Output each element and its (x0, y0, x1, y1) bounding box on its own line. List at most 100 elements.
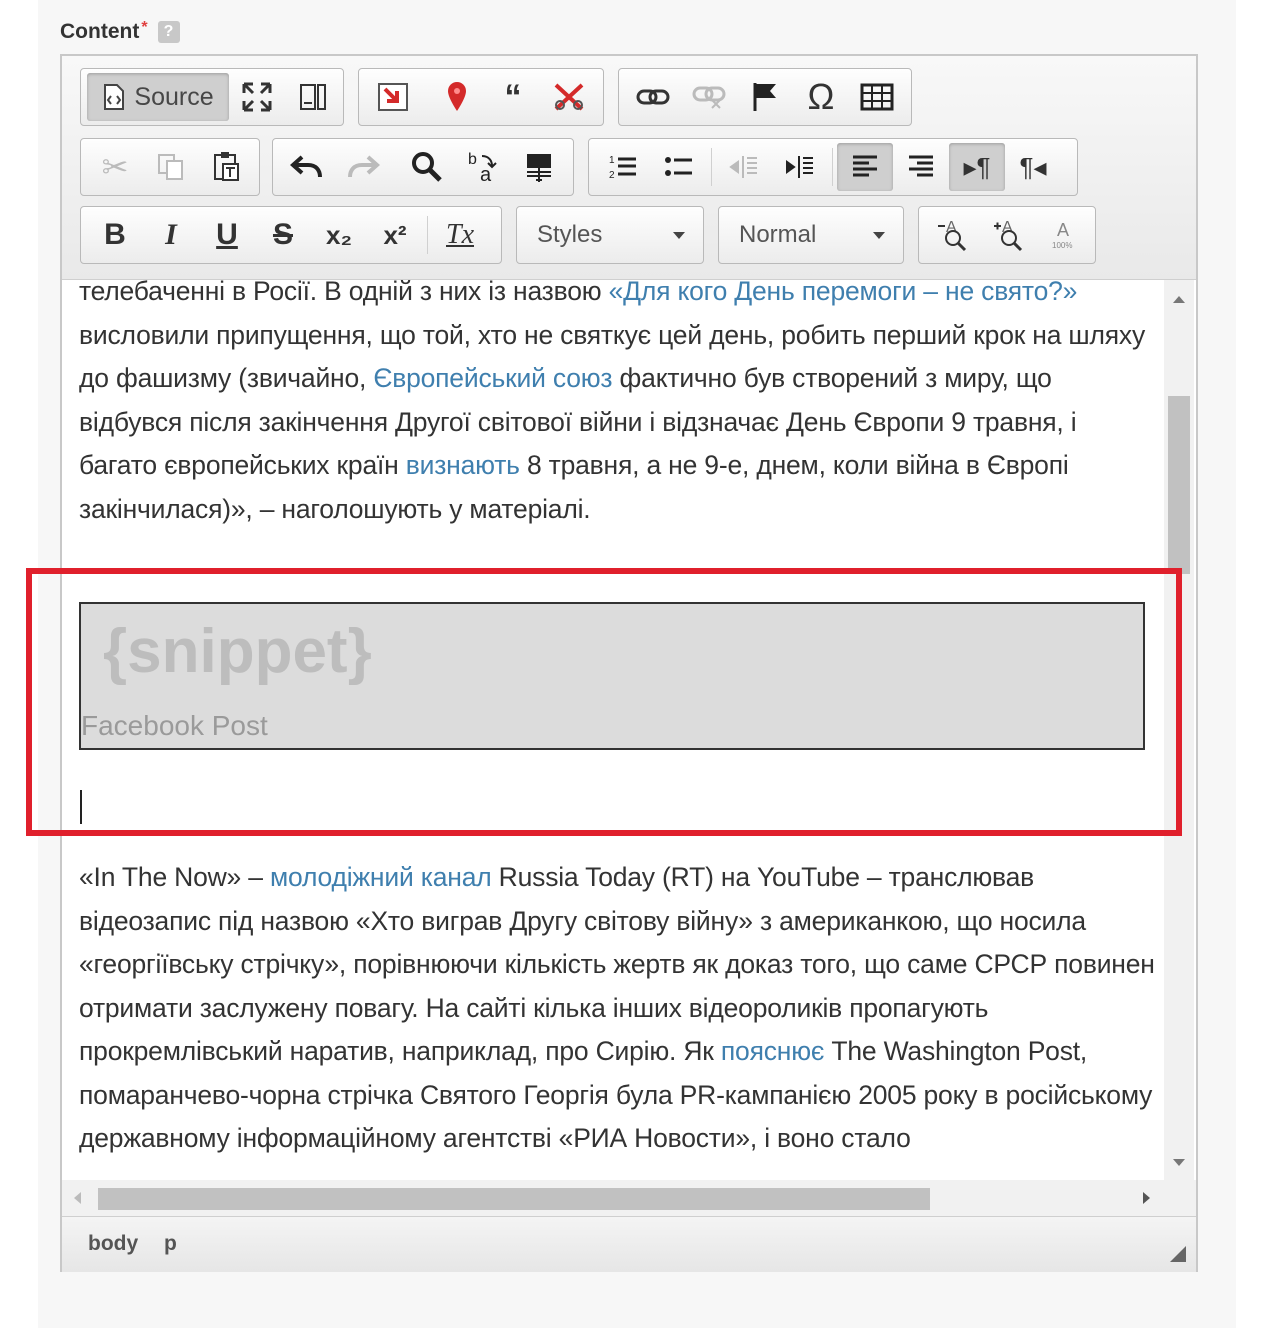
italic-icon: I (165, 218, 177, 251)
find-button[interactable] (399, 143, 455, 191)
indent-button[interactable] (772, 143, 828, 191)
rtl-button[interactable]: ¶◂ (1005, 143, 1061, 191)
superscript-button[interactable]: x² (367, 211, 423, 259)
remove-format-button[interactable]: Tx (432, 211, 488, 259)
inline-link[interactable]: пояснює (721, 1036, 825, 1066)
search-icon (412, 152, 442, 182)
paragraph: телебаченні в Росії. В одній з них із на… (79, 280, 1159, 531)
paste-from-word-button[interactable] (365, 73, 421, 121)
numbered-list-button[interactable]: 12 (595, 143, 651, 191)
redo-icon (348, 155, 380, 178)
subscript-icon: x₂ (325, 219, 352, 250)
table-button[interactable] (849, 73, 905, 121)
horizontal-scrollbar[interactable] (62, 1180, 1162, 1216)
field-label: Content * ? (60, 19, 180, 44)
zoom-out-button[interactable]: A (925, 211, 981, 259)
special-char-button[interactable]: Ω (793, 73, 849, 121)
select-all-icon (527, 154, 551, 182)
paragraph-text: телебаченні в Росії. В одній з них із на… (79, 280, 609, 306)
align-right-button[interactable] (893, 143, 949, 191)
undo-button[interactable] (279, 143, 335, 191)
align-left-button[interactable] (837, 143, 893, 191)
required-marker: * (141, 19, 148, 36)
path-body[interactable]: body (88, 1232, 138, 1256)
inline-link[interactable]: Європейський союз (373, 363, 612, 393)
replace-icon: ba (468, 151, 497, 184)
source-button[interactable]: Source (87, 73, 229, 121)
scroll-down-icon[interactable] (1173, 1159, 1185, 1166)
styles-dropdown-label: Styles (537, 221, 603, 248)
inline-link[interactable]: «Для кого День перемоги – не свято?» (609, 280, 1078, 306)
link-button[interactable] (625, 73, 681, 121)
svg-text:2: 2 (609, 170, 615, 181)
maximize-button[interactable] (229, 73, 285, 121)
inline-link[interactable]: молодіжний канал (270, 862, 492, 892)
horizontal-scroll-thumb[interactable] (98, 1188, 930, 1210)
remove-snippet-button[interactable] (541, 73, 597, 121)
zoom-out-icon: A (938, 219, 967, 252)
unlink-button[interactable] (681, 73, 737, 121)
toolbar-group-zoom: A A A 100% (918, 206, 1096, 264)
field-label-text: Content (60, 20, 140, 43)
bold-button[interactable]: B (87, 211, 143, 259)
select-all-button[interactable] (511, 143, 567, 191)
format-dropdown-label: Normal (739, 221, 817, 248)
chevron-down-icon (873, 231, 885, 239)
show-blocks-button[interactable] (285, 73, 341, 121)
toolbar-group-formatting: B I U S x₂ x² Tx (80, 206, 502, 264)
cut-button[interactable]: ✂ (87, 143, 143, 191)
anchor-button[interactable] (737, 73, 793, 121)
help-icon[interactable]: ? (157, 21, 180, 43)
blockquote-button[interactable]: “ (485, 73, 541, 121)
zoom-reset-icon: A100% (1052, 220, 1072, 250)
underline-button[interactable]: U (199, 211, 255, 259)
strikethrough-button[interactable]: S (255, 211, 311, 259)
maximize-icon (242, 82, 272, 112)
align-left-icon (853, 155, 877, 177)
table-icon (860, 83, 894, 111)
resize-handle-icon[interactable] (1170, 1246, 1186, 1262)
paste-text-button[interactable] (199, 143, 255, 191)
copy-button[interactable] (143, 143, 199, 191)
scissors-icon: ✂ (101, 149, 129, 185)
paragraph-text: «In The Now» – (79, 862, 270, 892)
zoom-reset-button[interactable]: A 100% (1037, 211, 1093, 259)
underline-icon: U (216, 218, 238, 251)
editor-statusbar: body p (62, 1216, 1196, 1272)
separator (711, 148, 712, 186)
indent-icon (786, 156, 813, 178)
svg-text:100%: 100% (1052, 241, 1072, 250)
toolbar-group-paragraph: 12 ▸¶ ¶◂ (588, 138, 1078, 196)
styles-dropdown[interactable]: Styles (516, 206, 704, 264)
chevron-down-icon (673, 231, 685, 239)
scroll-left-icon[interactable] (74, 1192, 81, 1204)
bold-icon: B (104, 218, 126, 251)
strikethrough-icon: S (272, 218, 293, 251)
undo-icon (290, 155, 322, 178)
outdent-icon (729, 156, 757, 178)
ltr-icon: ▸¶ (963, 151, 991, 182)
inline-link[interactable]: визнають (406, 450, 520, 480)
paragraph: «In The Now» – молодіжний канал Russia T… (79, 856, 1159, 1161)
scroll-right-icon[interactable] (1143, 1192, 1150, 1204)
map-marker-button[interactable] (429, 73, 485, 121)
superscript-icon: x² (383, 219, 407, 250)
path-p[interactable]: p (164, 1232, 177, 1256)
scroll-up-icon[interactable] (1173, 296, 1185, 303)
numbered-list-icon: 12 (609, 155, 636, 181)
subscript-button[interactable]: x₂ (311, 211, 367, 259)
vertical-scroll-thumb[interactable] (1168, 396, 1190, 574)
format-dropdown[interactable]: Normal (718, 206, 904, 264)
bulleted-list-button[interactable] (651, 143, 707, 191)
unlink-icon (692, 86, 726, 109)
rtl-icon: ¶◂ (1019, 151, 1047, 182)
replace-button[interactable]: ba (455, 143, 511, 191)
italic-button[interactable]: I (143, 211, 199, 259)
zoom-in-button[interactable]: A (981, 211, 1037, 259)
ltr-button[interactable]: ▸¶ (949, 143, 1005, 191)
redo-button[interactable] (335, 143, 391, 191)
highlight-box (26, 568, 1182, 836)
separator (427, 216, 428, 254)
align-right-icon (909, 155, 933, 177)
outdent-button[interactable] (716, 143, 772, 191)
